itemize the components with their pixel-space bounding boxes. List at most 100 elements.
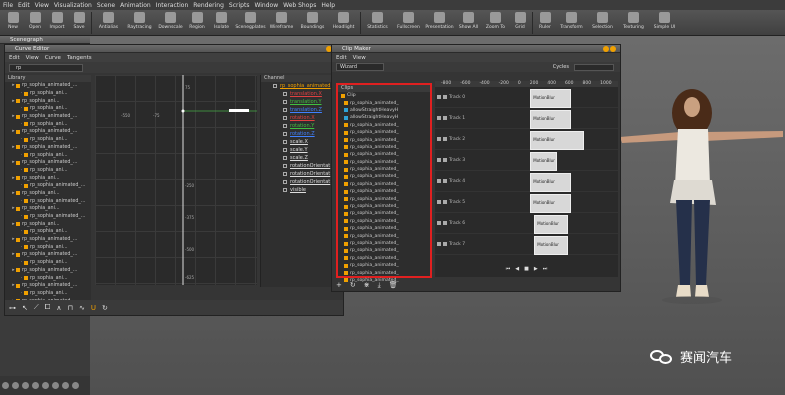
track-row[interactable]: Track 0 MotionBlur xyxy=(435,87,618,108)
tool-icon[interactable] xyxy=(52,382,59,389)
tool-icon[interactable] xyxy=(22,382,29,389)
toolbar-button-open[interactable]: Open xyxy=(24,10,46,36)
clip-item[interactable]: rp_sophia_animated_ xyxy=(338,218,430,225)
menu-scripts[interactable]: Scripts xyxy=(229,2,250,9)
tool-icon[interactable] xyxy=(32,382,39,389)
add-icon[interactable]: + xyxy=(336,281,342,289)
menu-edit[interactable]: Edit xyxy=(9,55,20,61)
menu-view[interactable]: View xyxy=(26,55,39,61)
clip-item[interactable]: rp_sophia_animated_ xyxy=(338,195,430,202)
track-row[interactable]: Track 2 MotionBlur xyxy=(435,129,618,150)
toolbar-button-fullscreen[interactable]: Fullscreen xyxy=(393,10,424,36)
library-item[interactable]: · rp_sophia_ani... xyxy=(5,151,91,159)
toolbar-button-selection[interactable]: Selection xyxy=(587,10,618,36)
clip-item[interactable]: rp_sophia_animated_ xyxy=(338,262,430,269)
import-icon[interactable]: ⤓ xyxy=(378,281,381,290)
skip-start-icon[interactable]: ⏮ xyxy=(506,266,511,272)
menu-visualization[interactable]: Visualization xyxy=(54,2,92,9)
toolbar-button-scenegplates[interactable]: Scenegplates xyxy=(235,10,266,36)
clip-item[interactable]: rp_sophia_animated_ xyxy=(338,210,430,217)
channel-checkbox[interactable] xyxy=(283,172,287,176)
clip-item[interactable]: rp_sophia_animated_ xyxy=(338,166,430,173)
visibility-icon[interactable] xyxy=(443,242,447,246)
clip-item[interactable]: Clip xyxy=(338,92,430,99)
library-item[interactable]: · rp_sophia_ani... xyxy=(5,105,91,113)
search-input[interactable]: rp xyxy=(9,63,83,72)
visibility-icon[interactable] xyxy=(443,221,447,225)
character-model[interactable] xyxy=(600,85,785,310)
pointer-icon[interactable]: ↖ xyxy=(22,304,28,312)
channel-checkbox[interactable] xyxy=(283,124,287,128)
clip-item[interactable]: rp_sophia_animated_ xyxy=(338,188,430,195)
clip-item[interactable]: rp_sophia_animated_ xyxy=(338,181,430,188)
clip-item[interactable]: rp_sophia_animated_ xyxy=(338,203,430,210)
frame-icon[interactable]: ⧠ xyxy=(45,303,51,312)
refresh-icon[interactable]: ↻ xyxy=(102,304,108,312)
minimize-icon[interactable] xyxy=(603,46,609,52)
clip-item[interactable]: rp_sophia_animated_ xyxy=(338,232,430,239)
channel-checkbox[interactable] xyxy=(283,92,287,96)
toolbar-button-raytracing[interactable]: Raytracing xyxy=(124,10,155,36)
library-item[interactable]: ▸rp_sophia_animated_... xyxy=(5,267,91,275)
library-item[interactable]: · rp_sophia_ani... xyxy=(5,243,91,251)
skip-end-icon[interactable]: ⏭ xyxy=(543,266,548,272)
stop-icon[interactable]: ■ xyxy=(524,266,529,272)
track-row[interactable]: Track 5 MotionBlur xyxy=(435,192,618,213)
visibility-icon[interactable] xyxy=(443,179,447,183)
library-item[interactable]: · rp_sophia_ani... xyxy=(5,167,91,175)
toolbar-button-isolate[interactable]: Isolate xyxy=(208,10,235,36)
toolbar-button-show-all[interactable]: Show All xyxy=(455,10,482,36)
clip-item[interactable]: rp_sophia_animated_ xyxy=(338,151,430,158)
toolbar-button-save[interactable]: Save xyxy=(68,10,90,36)
cycles-field[interactable] xyxy=(574,63,614,71)
toolbar-button-zoom-to[interactable]: Zoom To xyxy=(482,10,509,36)
toolbar-button-new[interactable]: New xyxy=(2,10,24,36)
curve-graph[interactable]: 75 -250 -375 -500 -625 -550 -75 xyxy=(95,75,257,285)
library-item[interactable]: ▸rp_sophia_animated_... xyxy=(5,128,91,136)
channel-checkbox[interactable] xyxy=(283,148,287,152)
library-item[interactable]: ▸ rp_sophia_ani... xyxy=(5,174,91,182)
visibility-icon[interactable] xyxy=(443,200,447,204)
library-item[interactable]: ▸rp_sophia_animated_... xyxy=(5,144,91,152)
toolbar-button-antialias[interactable]: Antialias xyxy=(93,10,124,36)
tool-icon[interactable] xyxy=(42,382,49,389)
tool-icon[interactable] xyxy=(72,382,79,389)
menu-edit[interactable]: Edit xyxy=(336,55,347,61)
toolbar-button-region[interactable]: Region xyxy=(186,10,208,36)
step-back-icon[interactable]: ◀ xyxy=(515,266,519,272)
key-icon[interactable]: ⊶ xyxy=(9,304,16,312)
channel-checkbox[interactable] xyxy=(283,188,287,192)
track-row[interactable]: Track 1 MotionBlur xyxy=(435,108,618,129)
clip-item[interactable]: allowStraightHeavyH xyxy=(338,107,430,114)
lock-icon[interactable] xyxy=(437,242,441,246)
library-item[interactable]: ▸rp_sophia_animated_... xyxy=(5,251,91,259)
menu-rendering[interactable]: Rendering xyxy=(193,2,224,9)
visibility-icon[interactable] xyxy=(443,95,447,99)
channel-checkbox[interactable] xyxy=(283,164,287,168)
clip-item[interactable]: rp_sophia_animated_ xyxy=(338,159,430,166)
clip-item[interactable]: rp_sophia_animated_ xyxy=(338,255,430,262)
toolbar-button-wireframe[interactable]: Wireframe xyxy=(266,10,297,36)
lock-icon[interactable] xyxy=(437,116,441,120)
refresh-icon[interactable]: ↻ xyxy=(350,281,356,289)
menu-edit[interactable]: Edit xyxy=(18,2,30,9)
library-item[interactable]: · rp_sophia_animated_... xyxy=(5,182,91,190)
motion-clip-block[interactable]: MotionBlur xyxy=(530,131,585,150)
toolbar-button-texturing[interactable]: Texturing xyxy=(618,10,649,36)
clip-item[interactable]: rp_sophia_animated_ xyxy=(338,240,430,247)
toolbar-button-simple-ui[interactable]: Simple UI xyxy=(649,10,680,36)
menu-interaction[interactable]: Interaction xyxy=(156,2,189,9)
menu-scene[interactable]: Scene xyxy=(97,2,115,9)
motion-clip-block[interactable]: MotionBlur xyxy=(530,194,571,213)
library-item[interactable]: ▸ rp_sophia_ani... xyxy=(5,205,91,213)
lock-icon[interactable] xyxy=(437,137,441,141)
channel-checkbox[interactable] xyxy=(283,108,287,112)
track-row[interactable]: Track 6 MotionBlur xyxy=(435,213,618,234)
tangent-icon[interactable]: ⟋ xyxy=(34,303,39,312)
delete-icon[interactable]: 🗑 xyxy=(389,281,398,289)
track-row[interactable]: Track 7 MotionBlur xyxy=(435,234,618,255)
library-item[interactable]: ▸rp_sophia_animated_... xyxy=(5,159,91,167)
curve-step-icon[interactable]: ⊓ xyxy=(68,304,73,312)
motion-clip-block[interactable]: MotionBlur xyxy=(530,173,571,192)
menu-help[interactable]: Help xyxy=(321,2,335,9)
